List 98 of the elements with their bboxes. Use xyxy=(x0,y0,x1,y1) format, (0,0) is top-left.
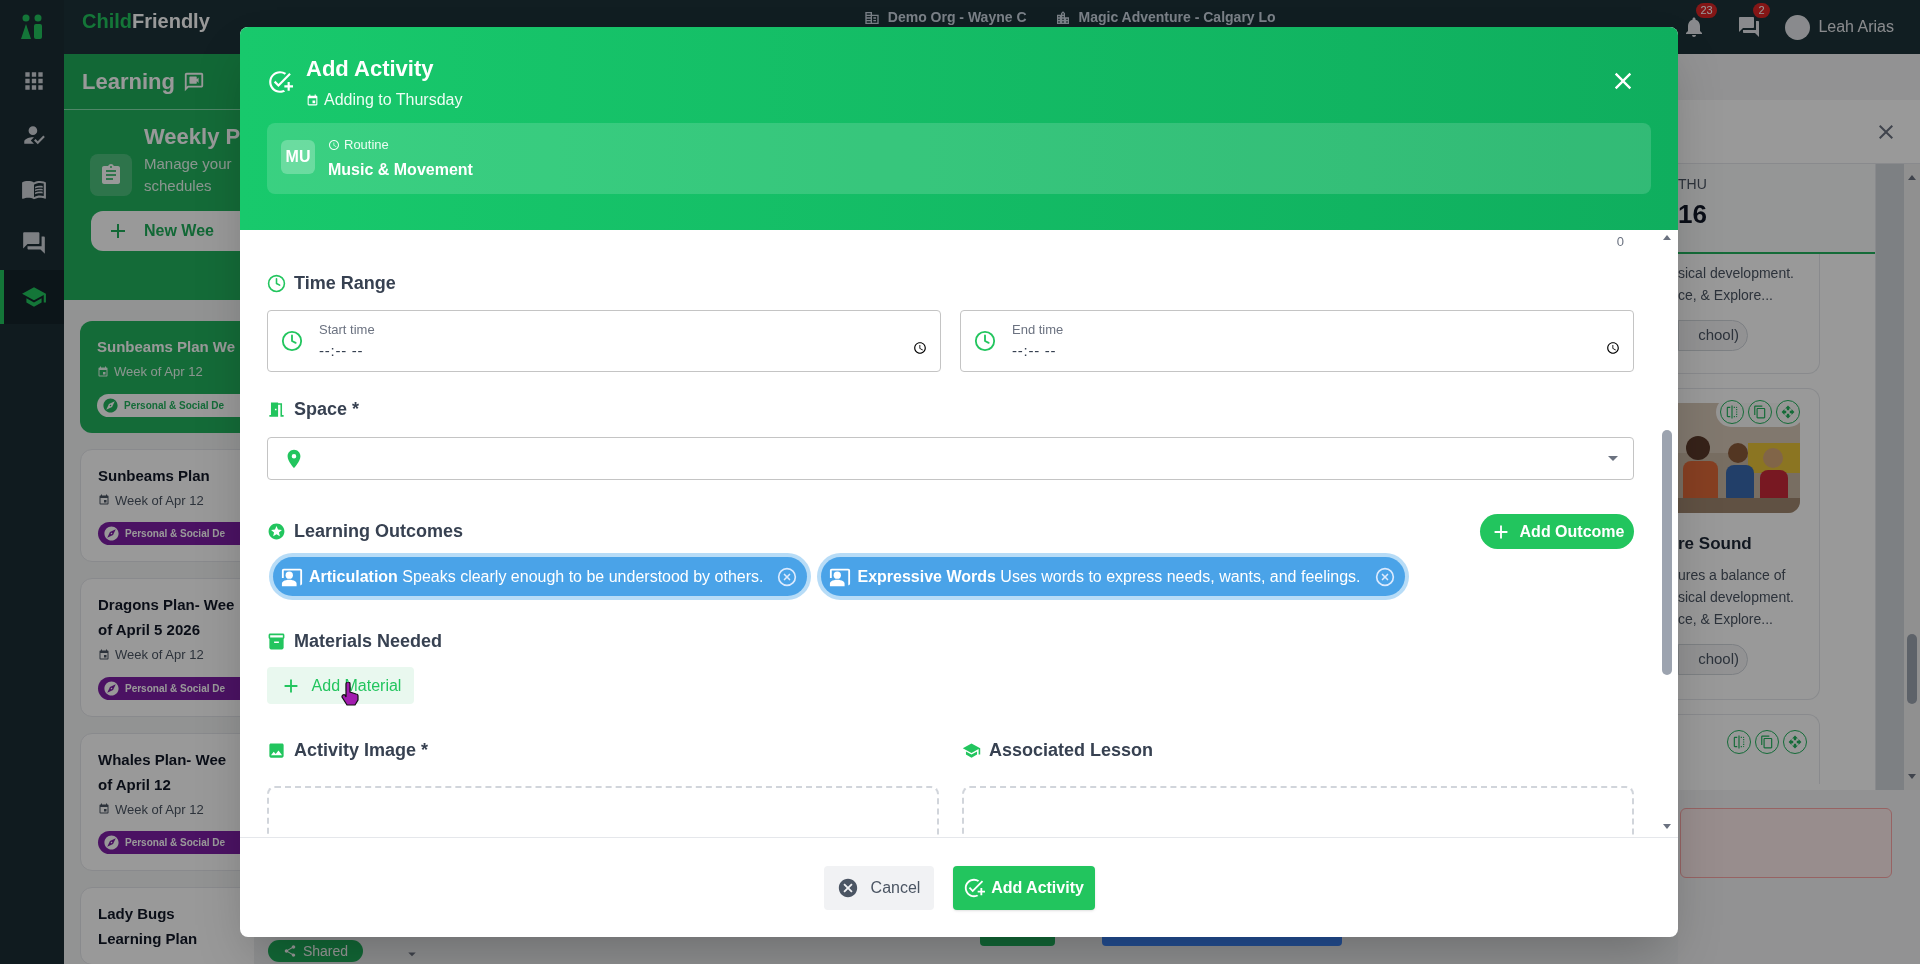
rail-item[interactable] xyxy=(0,270,64,324)
tag-label: Personal & Social De xyxy=(125,681,226,696)
activity-card[interactable]: sical development. ce, & Explore... chool) xyxy=(1678,254,1820,374)
page-description: schedules xyxy=(144,176,213,196)
plan-title: of April 12 xyxy=(98,774,171,794)
graduation-cap-icon xyxy=(962,741,981,760)
clipboard-icon xyxy=(99,163,123,187)
card-title: re Sound xyxy=(1678,532,1753,555)
screen-help-icon xyxy=(182,70,205,93)
outcome-text: Articulation Speaks clearly enough to be understood by others. xyxy=(309,566,764,587)
caret-icon xyxy=(1608,456,1618,461)
compass-icon xyxy=(103,679,120,697)
cancel-button[interactable]: Cancel xyxy=(823,865,934,910)
site-breadcrumb[interactable]: Magic Adventure - Calgary Lo xyxy=(1078,9,1276,26)
remove-icon[interactable] xyxy=(777,566,798,587)
notification-count: 23 xyxy=(1696,3,1717,18)
logo-text: ChildFriendly xyxy=(82,9,210,33)
plan-title: of April 5 2026 xyxy=(98,620,200,639)
dialog-subtitle: Adding to Thursday xyxy=(324,90,463,110)
check-plus-icon xyxy=(963,876,986,899)
time-field[interactable]: End time --:-- -- xyxy=(960,310,1634,372)
card-description: ce, & Explore... xyxy=(1678,286,1774,305)
calendar-icon xyxy=(97,365,109,378)
org-breadcrumb[interactable]: Demo Org - Wayne C xyxy=(887,9,1027,26)
activity-name: Music & Movement xyxy=(328,160,473,181)
section-heading: Time Range xyxy=(294,272,396,295)
plan-week: Week of Apr 12 xyxy=(115,491,204,510)
calendar-icon xyxy=(98,494,110,507)
card-tag: chool) xyxy=(1678,644,1748,675)
clock-icon xyxy=(974,330,996,352)
character-count: 0 xyxy=(1616,233,1624,251)
city-icon xyxy=(1054,9,1071,26)
card-description: ce, & Explore... xyxy=(1678,610,1774,629)
clock-icon[interactable] xyxy=(913,341,927,355)
user-name[interactable]: Leah Arias xyxy=(1818,15,1894,39)
door-icon xyxy=(267,400,286,419)
page-heading: Weekly P xyxy=(144,123,241,151)
plan-title: Sunbeams Plan We xyxy=(97,337,236,356)
plan-title: Learning Plan xyxy=(98,929,198,948)
day-date: 16 xyxy=(1678,198,1708,231)
user-avatar[interactable] xyxy=(1785,14,1811,40)
field-value: --:-- -- xyxy=(1012,340,1058,361)
day-name: THU xyxy=(1678,175,1708,194)
image-icon xyxy=(267,741,286,760)
swap-icon xyxy=(1732,734,1746,749)
card-description: sical development. xyxy=(1678,264,1795,283)
space-select[interactable] xyxy=(267,437,1634,480)
clock-icon xyxy=(267,274,286,293)
tag-label: Personal & Social De xyxy=(124,398,225,413)
clock-icon xyxy=(281,330,303,352)
field-label: Start time xyxy=(319,321,376,339)
activity-card[interactable]: re Sound ures a balance of sical development. ce, & Explore... chool) xyxy=(1678,387,1820,700)
page-description: Manage your xyxy=(144,154,233,174)
chat-icon xyxy=(21,230,47,256)
cancel-icon xyxy=(836,876,859,899)
chat-icon xyxy=(1737,15,1762,39)
section-title: Learning xyxy=(82,68,175,96)
calendar-icon xyxy=(98,648,110,661)
copy-icon xyxy=(1760,734,1774,749)
field-label: End time xyxy=(1012,321,1065,339)
plan-week: Week of Apr 12 xyxy=(115,646,204,664)
activity-initials: MU xyxy=(281,139,315,174)
plan-title: Dragons Plan- Wee xyxy=(98,595,235,614)
calendar-icon xyxy=(98,803,110,816)
card-tag: chool) xyxy=(1678,320,1748,351)
dialog-title: Add Activity xyxy=(306,55,435,83)
section-heading: Associated Lesson xyxy=(989,739,1154,762)
plan-title: Lady Bugs xyxy=(98,904,175,923)
compass-icon xyxy=(103,525,120,542)
compass-icon xyxy=(102,396,119,414)
calendar-icon xyxy=(306,93,319,107)
activity-type: Routine xyxy=(344,135,389,154)
move-icon xyxy=(1781,404,1795,419)
move-icon xyxy=(1788,734,1802,749)
star-badge-icon xyxy=(267,522,286,541)
swap-icon xyxy=(1725,404,1739,419)
compass-icon xyxy=(103,834,120,851)
share-icon xyxy=(282,944,297,958)
card-description: sical development. xyxy=(1678,588,1795,607)
check-plus-icon xyxy=(267,69,293,95)
message-count: 2 xyxy=(1753,3,1770,18)
plan-title: Sunbeams Plan xyxy=(98,465,210,485)
archive-box-icon xyxy=(267,632,286,651)
plan-week: Week of Apr 12 xyxy=(115,800,204,819)
remove-icon[interactable] xyxy=(1374,566,1395,587)
plan-week: Week of Apr 12 xyxy=(114,363,203,381)
tag-label: Personal & Social De xyxy=(125,527,226,541)
outcome-text: Expressive Words Uses words to express needs, wants, and feelings. xyxy=(857,566,1361,587)
building-icon xyxy=(863,9,880,26)
copy-icon xyxy=(1753,404,1767,419)
clock-icon[interactable] xyxy=(1606,341,1620,355)
activity-card[interactable] xyxy=(1678,713,1820,784)
time-field[interactable]: Start time --:-- -- xyxy=(267,310,941,372)
card-description: ures a balance of xyxy=(1678,566,1787,585)
plan-title: Whales Plan- Wee xyxy=(98,749,227,769)
tag-label: Personal & Social De xyxy=(125,836,226,850)
clock-icon xyxy=(328,138,340,151)
field-value: --:-- -- xyxy=(319,340,365,361)
